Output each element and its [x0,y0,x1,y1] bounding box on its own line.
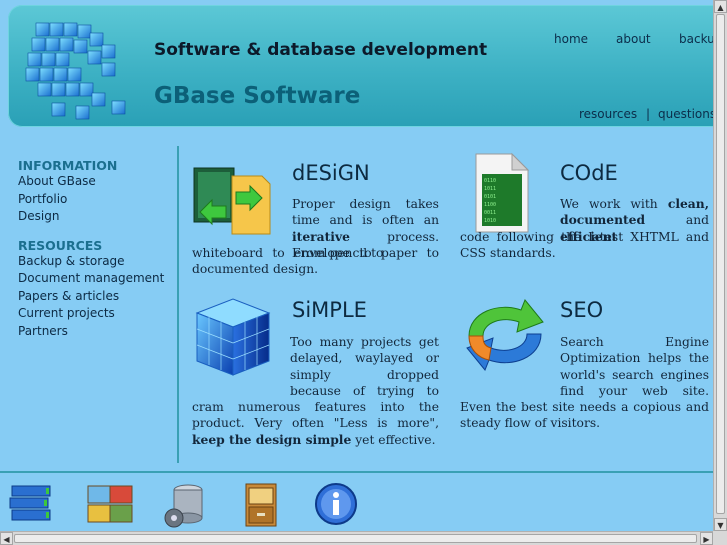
horizontal-scroll-thumb[interactable] [14,534,697,543]
design-title: dESiGN [292,161,370,185]
sidebar: INFORMATION About GBase Portfolio Design… [18,158,173,340]
info-icon[interactable] [312,480,362,530]
simple-title: SiMPLE [292,298,367,322]
sidebar-item-portfolio[interactable]: Portfolio [18,191,173,209]
folder-transfer-icon [193,167,271,235]
storage-gear-icon[interactable] [160,480,210,530]
sidebar-heading-information: INFORMATION [18,158,118,173]
seo-title: SEO [560,298,604,322]
sidebar-heading-resources: RESOURCES [18,237,103,253]
svg-text:1100: 1100 [484,202,496,208]
vertical-scroll-thumb[interactable] [716,14,725,514]
sidebar-item-partners[interactable]: Partners [18,323,173,341]
sidebar-item-backup-storage[interactable]: Backup & storage [18,253,173,271]
photos-icon[interactable] [84,480,134,530]
file-cabinet-icon[interactable] [236,480,286,530]
svg-text:0110: 0110 [484,178,496,184]
bottom-divider [0,471,720,473]
scroll-down-arrow-icon[interactable]: ▼ [714,518,727,531]
sidebar-item-design[interactable]: Design [18,208,173,226]
sidebar-item-papers-articles[interactable]: Papers & articles [18,288,173,306]
svg-text:1010: 1010 [484,218,496,224]
site-tagline: Software & database development [154,40,488,60]
sidebar-item-document-management[interactable]: Document management [18,270,173,288]
nav-separator: | [646,107,651,121]
bottom-icon-bar [0,480,720,530]
code-text-bottom: code following the latest XHTML and CSS … [460,230,709,261]
nav-home-link[interactable]: home [554,32,588,46]
site-brand-title: GBase Software [154,83,361,109]
sidebar-divider [177,146,179,463]
seo-text: Search Engine Optimization helps the wor… [460,335,709,431]
svg-text:0011: 0011 [484,210,496,216]
code-title: COdE [560,161,618,185]
database-icon[interactable] [6,480,56,530]
vertical-scrollbar[interactable]: ▲ ▼ [713,0,727,531]
svg-text:1011: 1011 [484,186,496,192]
nav-resources-link[interactable]: resources [579,107,637,121]
cube-logo-icon [25,22,126,120]
header-banner: Software & database development GBase So… [8,5,727,127]
sidebar-item-current-projects[interactable]: Current projects [18,305,173,323]
nav-about-link[interactable]: about [616,32,651,46]
scroll-up-arrow-icon[interactable]: ▲ [714,0,727,13]
code-document-icon: 0110 1011 0101 1100 0011 1010 [475,152,530,233]
scrollbar-corner [713,531,727,545]
nav-questions-link[interactable]: questions [658,107,716,121]
horizontal-scrollbar[interactable]: ◀ ▶ [0,531,713,545]
scroll-left-arrow-icon[interactable]: ◀ [0,532,13,545]
simple-text: Too many projects get delayed, waylayed … [192,335,439,447]
sidebar-item-about-gbase[interactable]: About GBase [18,173,173,191]
scroll-right-arrow-icon[interactable]: ▶ [700,532,713,545]
design-text-bottom: whiteboard to envelope to paper to docum… [192,246,439,277]
svg-text:0101: 0101 [484,194,496,200]
